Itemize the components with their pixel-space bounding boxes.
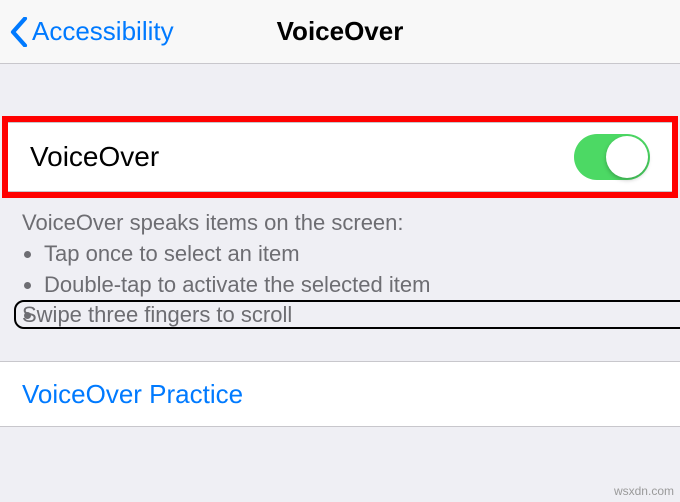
voiceover-description: VoiceOver speaks items on the screen: Ta…: [0, 198, 680, 355]
description-list: Tap once to select an item Double-tap to…: [44, 239, 658, 331]
section-spacer: [0, 64, 680, 116]
chevron-left-icon: [10, 17, 28, 47]
voiceover-toggle-switch[interactable]: [574, 134, 650, 180]
voiceover-toggle-row[interactable]: VoiceOver: [8, 122, 672, 192]
practice-section: VoiceOver Practice: [0, 361, 680, 427]
back-label: Accessibility: [32, 16, 174, 47]
voiceover-practice-label: VoiceOver Practice: [22, 379, 243, 410]
voiceover-practice-row[interactable]: VoiceOver Practice: [0, 361, 680, 427]
watermark: wsxdn.com: [614, 484, 674, 498]
toggle-knob: [606, 136, 648, 178]
voiceover-focus-cursor: Swipe three fingers to scroll: [14, 300, 680, 329]
description-bullet: Tap once to select an item: [44, 239, 658, 270]
navigation-bar: Accessibility VoiceOver: [0, 0, 680, 64]
description-bullet: Swipe three fingers to scroll: [44, 300, 658, 331]
highlight-annotation: VoiceOver: [2, 116, 678, 198]
back-button[interactable]: Accessibility: [0, 16, 174, 47]
description-heading: VoiceOver speaks items on the screen:: [22, 208, 658, 239]
voiceover-toggle-label: VoiceOver: [30, 141, 159, 173]
page-title: VoiceOver: [277, 16, 404, 47]
description-bullet: Double-tap to activate the selected item: [44, 270, 658, 301]
